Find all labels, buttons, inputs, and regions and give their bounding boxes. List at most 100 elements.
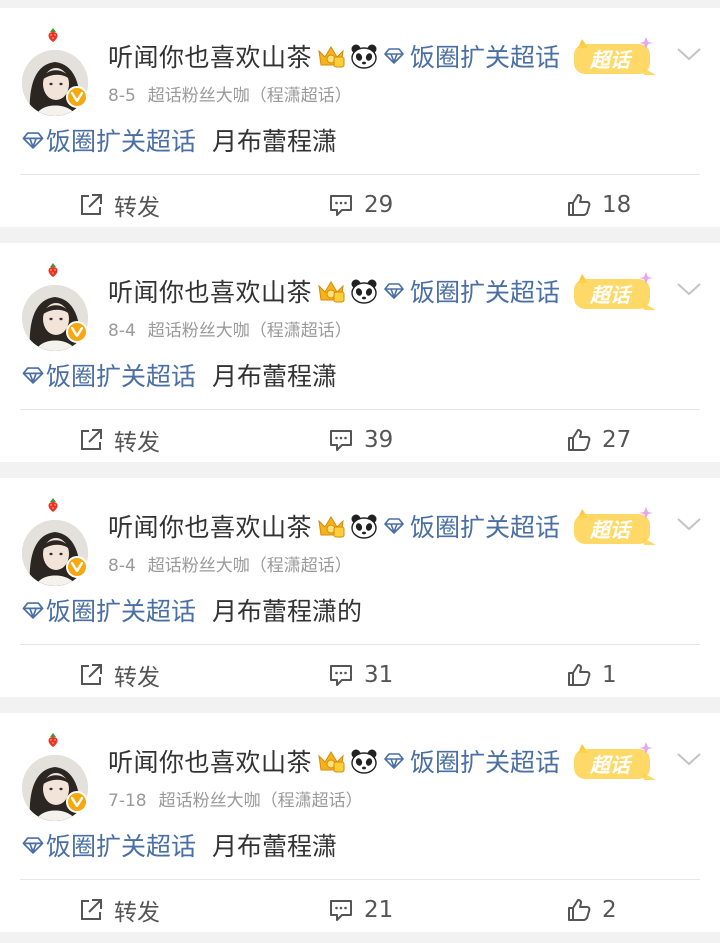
verified-badge-icon xyxy=(66,86,88,108)
like-button[interactable]: 27 xyxy=(566,415,631,465)
post-card[interactable]: 听闻你也喜欢山茶 饭圈扩关超话 超话 xyxy=(0,8,720,227)
share-icon xyxy=(81,429,102,450)
topic-link[interactable]: 饭圈扩关超话 xyxy=(46,122,196,158)
comment-icon xyxy=(330,665,352,686)
panda-icon xyxy=(351,44,377,69)
like-icon xyxy=(568,429,591,451)
post-text: 月布蕾程潇 xyxy=(212,832,338,861)
post-date: 7-18 xyxy=(108,791,147,811)
super-topic-link[interactable]: 饭圈扩关超话 xyxy=(410,38,560,74)
post-text: 月布蕾程潇 xyxy=(212,127,338,156)
strawberry-icon xyxy=(48,28,58,42)
diamond-icon xyxy=(22,366,44,384)
chevron-down-icon[interactable] xyxy=(676,281,702,297)
share-icon xyxy=(81,899,102,920)
crown-icon xyxy=(318,46,345,68)
username[interactable]: 听闻你也喜欢山茶 xyxy=(108,743,312,779)
like-count: 27 xyxy=(602,427,632,453)
diamond-icon xyxy=(22,131,44,149)
comment-button[interactable]: 31 xyxy=(328,650,393,700)
topic-link[interactable]: 饭圈扩关超话 xyxy=(46,357,196,393)
chaohua-badge-icon[interactable]: 超话 xyxy=(566,505,662,551)
strawberry-icon xyxy=(48,733,58,747)
like-icon xyxy=(568,899,591,921)
comment-button[interactable]: 39 xyxy=(328,415,393,465)
diamond-icon xyxy=(384,753,404,769)
post-content: 饭圈扩关超话 月布蕾程潇的 xyxy=(22,591,362,629)
diamond-icon xyxy=(384,518,404,534)
share-label: 转发 xyxy=(114,665,160,691)
post-content: 饭圈扩关超话 月布蕾程潇 xyxy=(22,121,337,159)
comment-button[interactable]: 29 xyxy=(328,180,393,230)
share-button[interactable]: 转发 xyxy=(78,180,160,230)
crown-icon xyxy=(318,516,345,538)
post-meta: 8-4 超话粉丝大咖（程潇超话） xyxy=(108,551,352,576)
crown-icon xyxy=(318,751,345,773)
comment-count: 31 xyxy=(364,662,394,688)
post-content: 饭圈扩关超话 月布蕾程潇 xyxy=(22,826,337,864)
super-topic-link[interactable]: 饭圈扩关超话 xyxy=(410,273,560,309)
chevron-down-icon[interactable] xyxy=(676,46,702,62)
username[interactable]: 听闻你也喜欢山茶 xyxy=(108,273,312,309)
crown-icon xyxy=(318,281,345,303)
topic-link[interactable]: 饭圈扩关超话 xyxy=(46,592,196,628)
share-icon xyxy=(81,664,102,685)
header-row: 听闻你也喜欢山茶 饭圈扩关超话 xyxy=(108,36,560,76)
chevron-down-icon[interactable] xyxy=(676,751,702,767)
share-icon xyxy=(81,194,102,215)
username[interactable]: 听闻你也喜欢山茶 xyxy=(108,38,312,74)
share-label: 转发 xyxy=(114,900,160,926)
strawberry-icon xyxy=(48,498,58,512)
post-feed: 听闻你也喜欢山茶 饭圈扩关超话 超话 8-5 超话粉丝大咖（程潇超话） 饭圈扩关… xyxy=(0,0,720,943)
post-card[interactable]: 听闻你也喜欢山茶 饭圈扩关超话 超话 xyxy=(0,713,720,932)
post-content: 饭圈扩关超话 月布蕾程潇 xyxy=(22,356,337,394)
share-button[interactable]: 转发 xyxy=(78,885,160,935)
super-topic-link[interactable]: 饭圈扩关超话 xyxy=(410,508,560,544)
post-source: 超话粉丝大咖（程潇超话） xyxy=(147,321,352,341)
comment-icon xyxy=(330,900,352,921)
diamond-icon xyxy=(384,48,404,64)
divider xyxy=(20,644,700,645)
post-date: 8-5 xyxy=(108,86,136,106)
like-button[interactable]: 1 xyxy=(566,650,617,700)
post-meta: 8-5 超话粉丝大咖（程潇超话） xyxy=(108,81,352,106)
post-meta: 7-18 超话粉丝大咖（程潇超话） xyxy=(108,786,363,811)
comment-icon xyxy=(330,195,352,216)
header-row: 听闻你也喜欢山茶 饭圈扩关超话 xyxy=(108,741,560,781)
strawberry-icon xyxy=(48,263,58,277)
chaohua-badge-label: 超话 xyxy=(589,753,633,777)
topic-link[interactable]: 饭圈扩关超话 xyxy=(46,827,196,863)
like-button[interactable]: 18 xyxy=(566,180,631,230)
username[interactable]: 听闻你也喜欢山茶 xyxy=(108,508,312,544)
like-count: 18 xyxy=(602,192,632,218)
post-text: 月布蕾程潇 xyxy=(212,362,338,391)
post-card[interactable]: 听闻你也喜欢山茶 饭圈扩关超话 超话 xyxy=(0,243,720,462)
divider xyxy=(20,174,700,175)
chaohua-badge-label: 超话 xyxy=(589,48,633,72)
header-row: 听闻你也喜欢山茶 饭圈扩关超话 xyxy=(108,271,560,311)
like-count: 2 xyxy=(602,897,617,923)
share-button[interactable]: 转发 xyxy=(78,650,160,700)
post-source: 超话粉丝大咖（程潇超话） xyxy=(147,86,352,106)
share-label: 转发 xyxy=(114,430,160,456)
comment-button[interactable]: 21 xyxy=(328,885,393,935)
panda-icon xyxy=(351,279,377,304)
chevron-down-icon[interactable] xyxy=(676,516,702,532)
post-card[interactable]: 听闻你也喜欢山茶 饭圈扩关超话 超话 xyxy=(0,478,720,697)
share-button[interactable]: 转发 xyxy=(78,415,160,465)
comment-count: 39 xyxy=(364,427,394,453)
chaohua-badge-icon[interactable]: 超话 xyxy=(566,740,662,786)
comment-icon xyxy=(330,430,352,451)
post-meta: 8-4 超话粉丝大咖（程潇超话） xyxy=(108,316,352,341)
post-text: 月布蕾程潇的 xyxy=(212,597,363,626)
like-button[interactable]: 2 xyxy=(566,885,617,935)
post-source: 超话粉丝大咖（程潇超话） xyxy=(147,556,352,576)
comment-count: 21 xyxy=(364,897,394,923)
super-topic-link[interactable]: 饭圈扩关超话 xyxy=(410,743,560,779)
chaohua-badge-icon[interactable]: 超话 xyxy=(566,270,662,316)
like-icon xyxy=(568,194,591,216)
chaohua-badge-icon[interactable]: 超话 xyxy=(566,35,662,81)
panda-icon xyxy=(351,514,377,539)
post-source: 超话粉丝大咖（程潇超话） xyxy=(158,791,363,811)
chaohua-badge-label: 超话 xyxy=(589,283,633,307)
